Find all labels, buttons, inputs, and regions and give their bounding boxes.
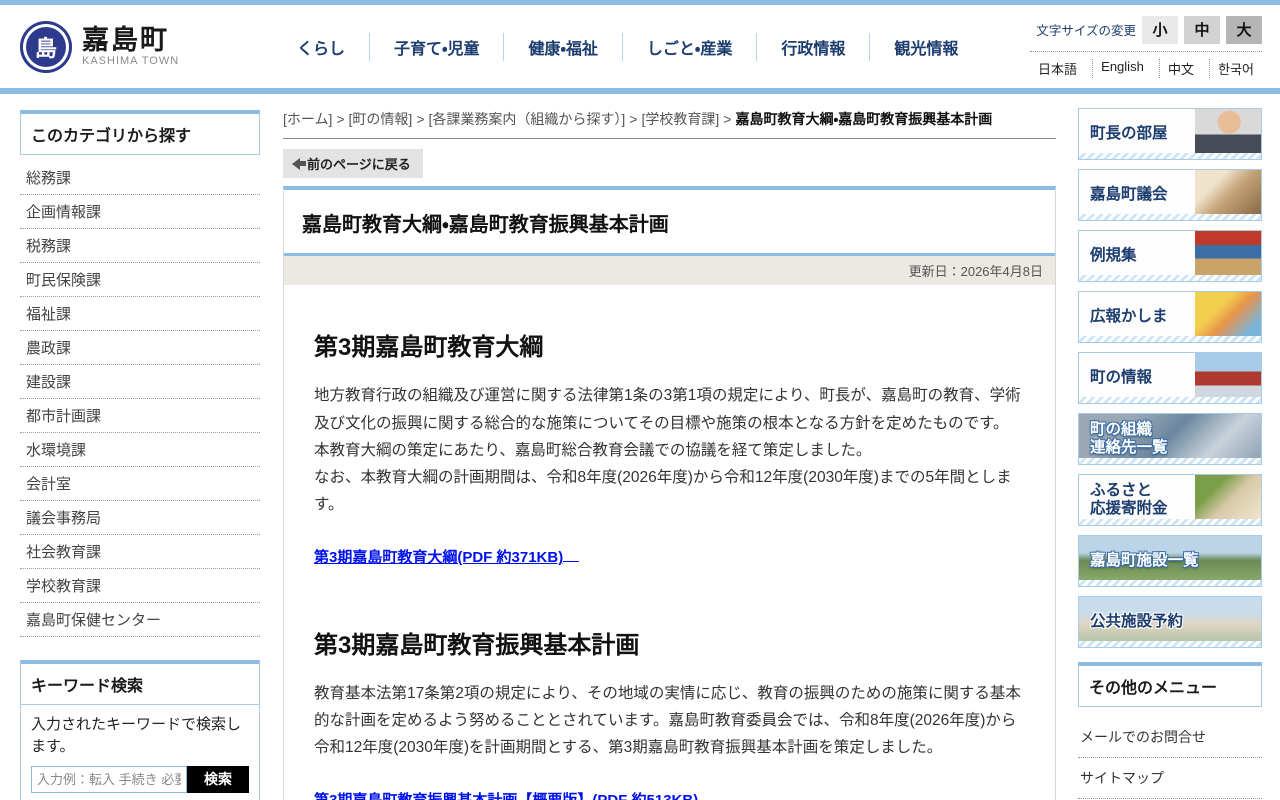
sidebar-item-planning-info[interactable]: 企画情報課	[20, 195, 260, 229]
breadcrumb-departments[interactable]: [各課業務案内（組織から探す）]	[429, 111, 626, 127]
banner-public-relations[interactable]: 広報かしま	[1078, 291, 1262, 343]
sidebar-item-general-affairs[interactable]: 総務課	[20, 161, 260, 195]
left-sidebar: このカテゴリから探す 総務課 企画情報課 税務課 町民保険課 福祉課 農政課 建…	[20, 110, 260, 800]
font-size-label: 文字サイズの変更	[1036, 24, 1136, 38]
nav-childcare[interactable]: 子育て・児童	[369, 32, 503, 61]
updated-bar: 更新日：2026年4月8日	[284, 256, 1055, 286]
sidebar-item-accounting[interactable]: 会計室	[20, 467, 260, 501]
logo-title: 嘉島町	[82, 25, 169, 56]
search-button[interactable]: 検索	[187, 765, 249, 793]
lang-english[interactable]: English	[1092, 58, 1152, 78]
sidebar-item-council-secretariat[interactable]: 議会事務局	[20, 501, 260, 535]
sidebar-item-water-environment[interactable]: 水環境課	[20, 433, 260, 467]
breadcrumb-separator: >	[336, 111, 345, 127]
breadcrumb: [ホーム] > [町の情報] > [各課業務案内（組織から探す）] > [学校教育課] > 嘉島…	[283, 108, 1056, 130]
lang-japanese[interactable]: 日本語	[1030, 59, 1085, 78]
menu-item-sitemap[interactable]: サイトマップ	[1078, 758, 1262, 799]
nav-government-info[interactable]: 行政情報	[756, 32, 869, 61]
breadcrumb-current-page: 嘉島町教育大綱・嘉島町教育振興基本計画	[735, 111, 993, 127]
sidebar-item-urban-planning[interactable]: 都市計画課	[20, 399, 260, 433]
breadcrumb-separator: >	[723, 111, 732, 127]
banner-regulations[interactable]: 例規集	[1078, 230, 1262, 282]
main-content: [ホーム] > [町の情報] > [各課業務案内（組織から探す）] > [学校教育課] > 嘉島…	[283, 108, 1056, 800]
pdf-link-education-policy[interactable]: 第3期嘉島町教育大綱(PDF 約371KB)	[314, 546, 579, 567]
section2-heading: 第3期嘉島町教育振興基本計画	[314, 632, 640, 660]
font-size-large-button[interactable]: 大	[1226, 15, 1262, 44]
breadcrumb-divider	[283, 138, 1056, 140]
updated-date: 更新日：2026年4月8日	[908, 264, 1043, 280]
nav-health-welfare[interactable]: 健康・福祉	[503, 32, 621, 61]
law-books-photo	[1195, 231, 1261, 275]
sidebar-item-health-center[interactable]: 嘉島町保健センター	[20, 603, 260, 637]
newsletter-photo	[1195, 292, 1261, 336]
logo-subtitle: KASHIMA TOWN	[82, 54, 180, 67]
nav-living[interactable]: くらし	[273, 33, 369, 61]
section1-line1: 地方教育行政の組織及び運営に関する法律第1条の3第1項の規定により、町長が、嘉島…	[314, 387, 1021, 432]
mayor-photo	[1195, 109, 1261, 153]
search-input[interactable]	[31, 765, 187, 793]
breadcrumb-home[interactable]: [ホーム]	[283, 111, 332, 127]
banner-town-information[interactable]: 町の情報	[1078, 352, 1262, 404]
banner-facility-list[interactable]: 嘉島町施設一覧	[1078, 535, 1262, 587]
section1-paragraph: 地方教育行政の組織及び運営に関する法律第1条の3第1項の規定により、町長が、嘉島…	[314, 382, 1025, 518]
right-sidebar: 町長の部屋 嘉島町議会 例規集 広報かしま 町の情報 町の組織 連絡先一覧 ふる…	[1078, 108, 1262, 799]
site-header: 島 嘉島町 KASHIMA TOWN くらし 子育て・児童 健康・福祉 しごと・…	[0, 0, 1280, 94]
back-arrow-icon	[292, 157, 306, 170]
sidebar-item-school-education[interactable]: 学校教育課	[20, 569, 260, 603]
lang-korean[interactable]: 한국어	[1209, 58, 1262, 78]
breadcrumb-separator: >	[416, 111, 425, 127]
search-box-title: キーワード検索	[21, 664, 259, 705]
pdf-link-basic-plan-summary[interactable]: 第3期嘉島町教育振興基本計画【概要版】(PDF 約513KB)	[314, 789, 698, 800]
other-menu-list: メールでのお問合せ サイトマップ	[1078, 717, 1262, 799]
nav-work-industry[interactable]: しごと・産業	[621, 32, 756, 61]
menu-item-email-contact[interactable]: メールでのお問合せ	[1078, 717, 1262, 758]
font-size-small-button[interactable]: 小	[1142, 15, 1178, 44]
banner-organization-contacts[interactable]: 町の組織 連絡先一覧	[1078, 413, 1262, 465]
local-products-photo	[1195, 475, 1261, 519]
back-to-previous-button[interactable]: 前のページに戻る	[283, 149, 423, 179]
sidebar-item-resident-insurance[interactable]: 町民保険課	[20, 263, 260, 297]
town-emblem-icon: 島	[20, 20, 72, 73]
emblem-character: 島	[34, 35, 57, 61]
sidebar-item-construction[interactable]: 建設課	[20, 365, 260, 399]
sidebar-item-agriculture[interactable]: 農政課	[20, 331, 260, 365]
language-switcher: 日本語 English 中文 한국어	[1030, 50, 1262, 78]
banner-mayors-room[interactable]: 町長の部屋	[1078, 108, 1262, 160]
town-building-photo	[1195, 353, 1261, 397]
search-description: 入力されたキーワードで検索します。	[31, 716, 242, 755]
site-logo[interactable]: 島 嘉島町 KASHIMA TOWN	[20, 20, 245, 73]
keyword-search-box: キーワード検索 入力されたキーワードで検索します。 検索	[20, 660, 260, 800]
category-box-title: このカテゴリから探す	[20, 110, 260, 155]
breadcrumb-town-info[interactable]: [町の情報]	[349, 111, 413, 127]
section2-paragraph: 教育基本法第17条第2項の規定により、その地域の実情に応じ、教育の振興のための施…	[314, 685, 1021, 757]
main-nav: くらし 子育て・児童 健康・福祉 しごと・産業 行政情報 観光情報	[273, 32, 1030, 61]
breadcrumb-school-education[interactable]: [学校教育課]	[641, 111, 719, 127]
section1-heading: 第3期嘉島町教育大綱	[314, 334, 544, 362]
banner-public-facility-reservation[interactable]: 公共施設予約	[1078, 596, 1262, 648]
section1-line2: 本教育大綱の策定にあたり、嘉島町総合教育会議での協議を経て策定しました。	[314, 441, 872, 459]
other-menu-title: その他のメニュー	[1078, 662, 1262, 707]
sidebar-item-welfare[interactable]: 福祉課	[20, 297, 260, 331]
page-title: 嘉島町教育大綱・嘉島町教育振興基本計画	[302, 214, 669, 237]
banner-hometown-donation[interactable]: ふるさと 応援寄附金	[1078, 474, 1262, 526]
sidebar-item-tax[interactable]: 税務課	[20, 229, 260, 263]
sidebar-item-social-education[interactable]: 社会教育課	[20, 535, 260, 569]
banner-town-council[interactable]: 嘉島町議会	[1078, 169, 1262, 221]
nav-tourism-info[interactable]: 観光情報	[869, 32, 982, 61]
breadcrumb-separator: >	[629, 111, 638, 127]
font-size-medium-button[interactable]: 中	[1184, 15, 1220, 44]
back-button-label: 前のページに戻る	[307, 157, 411, 173]
article-panel: 嘉島町教育大綱・嘉島町教育振興基本計画 更新日：2026年4月8日 第3期嘉島町…	[283, 186, 1056, 800]
category-list: 総務課 企画情報課 税務課 町民保険課 福祉課 農政課 建設課 都市計画課 水環…	[20, 161, 260, 637]
lang-chinese[interactable]: 中文	[1158, 58, 1202, 78]
council-chamber-photo	[1195, 170, 1261, 214]
section1-line3: なお、本教育大綱の計画期間は、令和8年度(2026年度)から令和12年度(203…	[314, 468, 1012, 513]
